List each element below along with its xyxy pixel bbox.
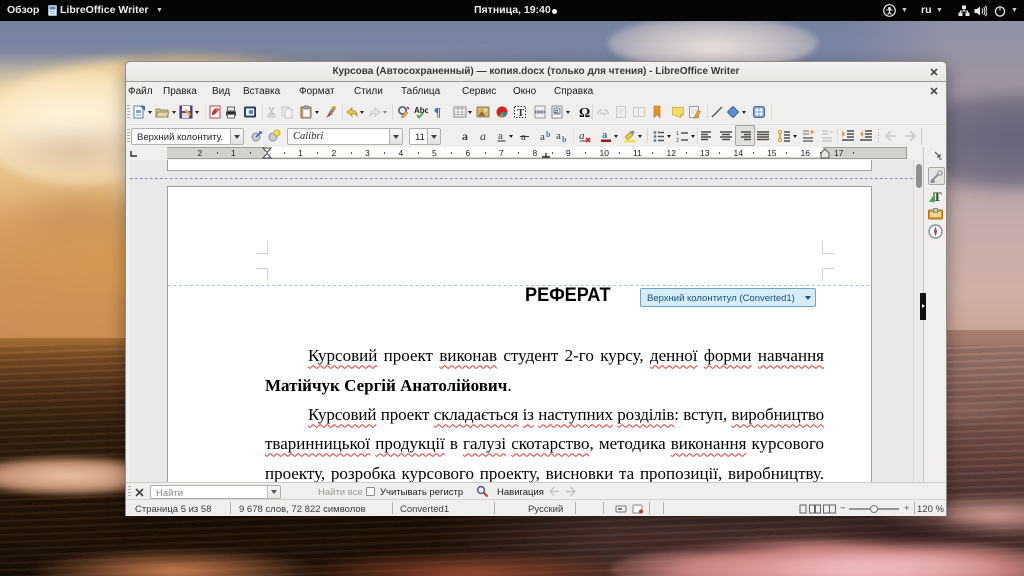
svg-text:a: a [540,131,545,143]
svg-text:b: b [546,130,551,139]
svg-text:Ω: Ω [579,106,590,119]
svg-text:a: a [579,130,585,142]
svg-text:1: 1 [676,131,679,137]
svg-text:T: T [933,189,942,203]
svg-text:a: a [602,130,608,141]
svg-text:a: a [498,130,503,142]
svg-text:b: b [562,135,567,143]
svg-text:T: T [517,107,525,119]
svg-text:2: 2 [676,138,679,143]
svg-text:a: a [480,129,486,143]
svg-text:a: a [556,130,561,142]
svg-text:a: a [462,129,468,143]
svg-text:Abc: Abc [414,106,428,115]
svg-text:¶: ¶ [434,105,441,119]
